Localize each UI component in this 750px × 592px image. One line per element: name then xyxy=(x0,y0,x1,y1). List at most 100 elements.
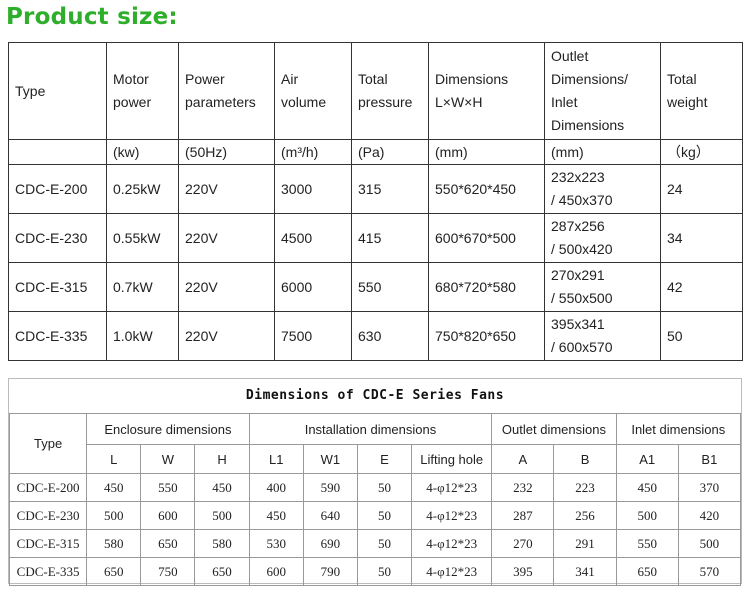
table-cell: 1.0kW xyxy=(106,311,179,361)
table-cell: 0.55kW xyxy=(106,213,179,263)
unit-cell xyxy=(8,139,107,165)
unit-cell: （kg） xyxy=(660,139,743,165)
fan-dimensions-table: Type Enclosure dimensions Installation dim… xyxy=(8,413,742,586)
table-row: CDC-E-315 0.7kW 220V 6000 550 680*720*580 270x… xyxy=(8,262,743,312)
table-cell: 450 xyxy=(194,473,250,502)
table-cell: 4-φ12*23 xyxy=(411,529,493,558)
unit-cell: (kw) xyxy=(106,139,179,165)
column-header: Air volume xyxy=(274,42,352,140)
table-cell: 287x256 / 500x420 xyxy=(544,213,661,263)
table-row: CDC-E-200 0.25kW 220V 3000 315 550*620*450 232… xyxy=(8,164,743,214)
sub-header-row: L W H L1 W1 E Lifting hole A B A1 B1 xyxy=(10,444,742,474)
table-cell: 220V xyxy=(178,164,275,214)
units-row: (kw) (50Hz) (m³/h) (Pa) (mm) (mm) （kg） xyxy=(8,139,743,165)
table-cell: 400 xyxy=(248,473,304,502)
table-cell: 4-φ12*23 xyxy=(411,501,493,530)
table-cell: 690 xyxy=(302,529,358,558)
table-cell: CDC-E-315 xyxy=(8,262,107,312)
table-cell: 580 xyxy=(86,529,142,558)
table-cell: 370 xyxy=(677,473,742,502)
sub-header: A xyxy=(491,444,555,474)
table-cell: 420 xyxy=(677,501,742,530)
table-cell: 50 xyxy=(356,529,413,558)
table-cell: 570 xyxy=(677,557,742,586)
table-cell: 600*670*500 xyxy=(428,213,545,263)
table-cell: 270 xyxy=(491,529,555,558)
table-cell: 50 xyxy=(356,501,413,530)
table-cell: 291 xyxy=(553,529,617,558)
table-cell: 500 xyxy=(194,501,250,530)
table-cell: 220V xyxy=(178,311,275,361)
table-cell: 640 xyxy=(302,501,358,530)
sub-header: E xyxy=(356,444,413,474)
table-cell: 750 xyxy=(140,557,196,586)
table-cell: 450 xyxy=(248,501,304,530)
group-header-row: Type Enclosure dimensions Installation dim… xyxy=(8,413,742,474)
table-cell: 650 xyxy=(194,557,250,586)
table-cell: 50 xyxy=(356,473,413,502)
table-cell: 550 xyxy=(140,473,196,502)
table-cell: 256 xyxy=(553,501,617,530)
table-cell: 590 xyxy=(302,473,358,502)
sub-header: H xyxy=(194,444,250,474)
table-row: CDC-E-335 650 750 650 600 790 50 4-φ12*23 395 341… xyxy=(8,557,742,586)
unit-cell: (m³/h) xyxy=(274,139,352,165)
table-cell: 395x341 / 600x570 xyxy=(544,311,661,361)
column-header: Total pressure xyxy=(351,42,429,140)
table-cell: 630 xyxy=(351,311,429,361)
table-cell: 232 xyxy=(491,473,555,502)
table-cell: 650 xyxy=(615,557,679,586)
sub-header: Lifting hole xyxy=(411,444,493,474)
table-cell: 287 xyxy=(491,501,555,530)
table-cell: 415 xyxy=(351,213,429,263)
type-cell: CDC-E-230 xyxy=(8,501,88,530)
table-row: CDC-E-335 1.0kW 220V 7500 630 750*820*650 395x… xyxy=(8,311,743,361)
table-cell: 4-φ12*23 xyxy=(411,557,493,586)
column-header: Outlet Dimensions/ Inlet Dimensions xyxy=(544,42,661,140)
column-header: Total weight xyxy=(660,42,743,140)
header-row: Type Motor power Power parameters Air volum… xyxy=(8,42,743,140)
table-cell: 650 xyxy=(140,529,196,558)
table-cell: CDC-E-230 xyxy=(8,213,107,263)
table-cell: 450 xyxy=(86,473,142,502)
table-cell: 341 xyxy=(553,557,617,586)
table-cell: 4-φ12*23 xyxy=(411,473,493,502)
table-cell: 550*620*450 xyxy=(428,164,545,214)
table-cell: 4500 xyxy=(274,213,352,263)
unit-cell: (mm) xyxy=(428,139,545,165)
type-header: Type xyxy=(8,413,88,474)
group-header: Enclosure dimensions xyxy=(86,413,250,445)
table-cell: 270x291 / 550x500 xyxy=(544,262,661,312)
group-header: Inlet dimensions xyxy=(615,413,742,445)
sub-header: L1 xyxy=(248,444,304,474)
table-cell: 500 xyxy=(86,501,142,530)
table-cell: 220V xyxy=(178,213,275,263)
table-cell: 395 xyxy=(491,557,555,586)
table-cell: 50 xyxy=(356,557,413,586)
product-size-table: Type Motor power Power parameters Air volum… xyxy=(8,42,743,361)
group-header: Outlet dimensions xyxy=(491,413,617,445)
table-cell: 223 xyxy=(553,473,617,502)
table-cell: 750*820*650 xyxy=(428,311,545,361)
table-row: CDC-E-230 500 600 500 450 640 50 4-φ12*23 287 256… xyxy=(8,501,742,530)
table-cell: 550 xyxy=(615,529,679,558)
table-cell: 0.7kW xyxy=(106,262,179,312)
table-cell: 650 xyxy=(86,557,142,586)
sub-header: L xyxy=(86,444,142,474)
table-cell: 530 xyxy=(248,529,304,558)
page-title: Product size: xyxy=(6,4,178,30)
fan-dimensions-caption: Dimensions of CDC-E Series Fans xyxy=(245,388,505,403)
sub-header: W1 xyxy=(302,444,358,474)
table-cell: CDC-E-335 xyxy=(8,311,107,361)
table-cell: 680*720*580 xyxy=(428,262,545,312)
group-header: Installation dimensions xyxy=(248,413,493,445)
unit-cell: (mm) xyxy=(544,139,661,165)
column-header: Type xyxy=(8,42,107,140)
table-cell: 450 xyxy=(615,473,679,502)
table-cell: 550 xyxy=(351,262,429,312)
table-cell: 315 xyxy=(351,164,429,214)
sub-header: A1 xyxy=(615,444,679,474)
type-cell: CDC-E-200 xyxy=(8,473,88,502)
table-cell: CDC-E-200 xyxy=(8,164,107,214)
table-cell: 580 xyxy=(194,529,250,558)
